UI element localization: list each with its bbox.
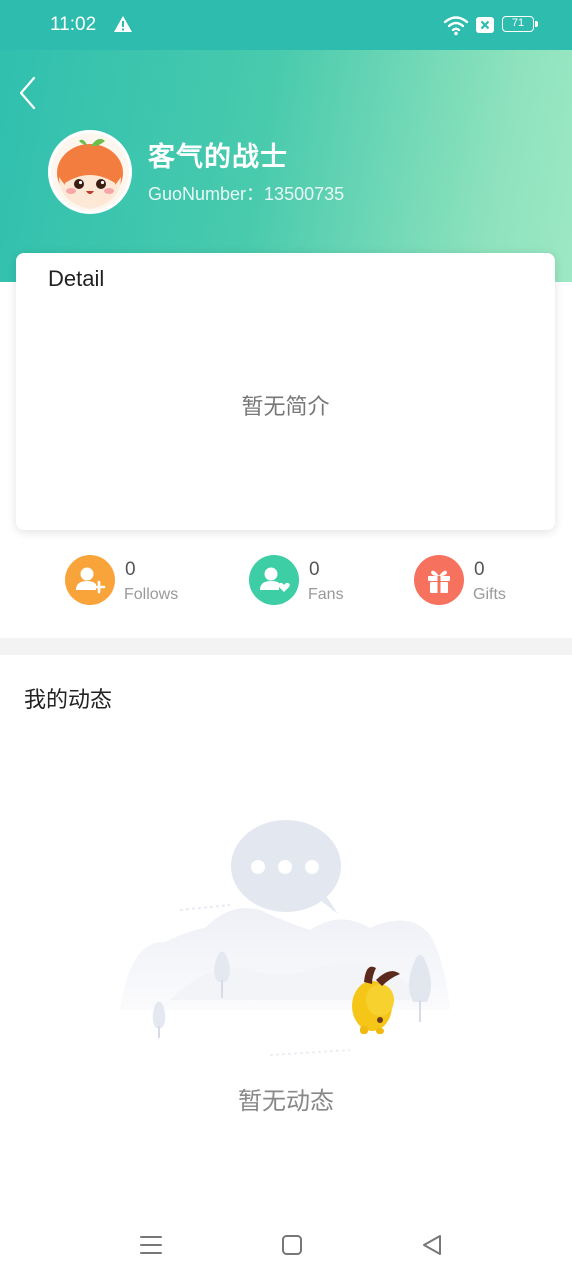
stat-gifts[interactable]: 0 Gifts	[414, 555, 534, 611]
profile-header: 客气的战士 GuoNumber：13500735	[0, 50, 572, 282]
warning-icon	[114, 16, 132, 32]
gift-icon	[414, 555, 464, 605]
wifi-icon	[443, 16, 469, 36]
home-icon[interactable]	[279, 1232, 305, 1258]
sim-disabled-icon	[476, 17, 494, 33]
stat-follows[interactable]: 0 Follows	[65, 555, 205, 611]
guo-number: GuoNumber：13500735	[148, 184, 345, 204]
follows-label: Follows	[124, 586, 179, 603]
section-divider	[0, 638, 572, 655]
detail-card: Detail 暂无简介	[16, 253, 555, 530]
fans-label: Fans	[308, 586, 344, 603]
detail-title: Detail	[48, 266, 105, 291]
user-heart-icon	[249, 555, 299, 605]
fans-count: 0	[309, 559, 320, 580]
avatar[interactable]	[48, 130, 132, 214]
menu-icon[interactable]	[138, 1232, 164, 1258]
back-triangle-icon[interactable]	[419, 1232, 445, 1258]
gifts-label: Gifts	[473, 586, 506, 603]
battery-icon: 71	[502, 16, 538, 32]
follows-count: 0	[125, 559, 136, 580]
detail-empty-text: 暂无简介	[241, 395, 330, 420]
stat-fans[interactable]: 0 Fans	[249, 555, 369, 611]
gifts-count: 0	[474, 559, 485, 580]
status-bar: 11:02 71	[0, 0, 572, 50]
moments-title: 我的动态	[24, 688, 113, 713]
system-nav-bar	[0, 1210, 572, 1280]
back-arrow-icon[interactable]	[14, 72, 42, 112]
moments-empty-text: 暂无动态	[238, 1087, 334, 1115]
status-time: 11:02	[50, 14, 97, 35]
empty-moments-illustration	[120, 820, 450, 1056]
add-user-icon	[65, 555, 115, 605]
nickname: 客气的战士	[148, 142, 288, 173]
orange-mascot-icon	[51, 133, 129, 211]
